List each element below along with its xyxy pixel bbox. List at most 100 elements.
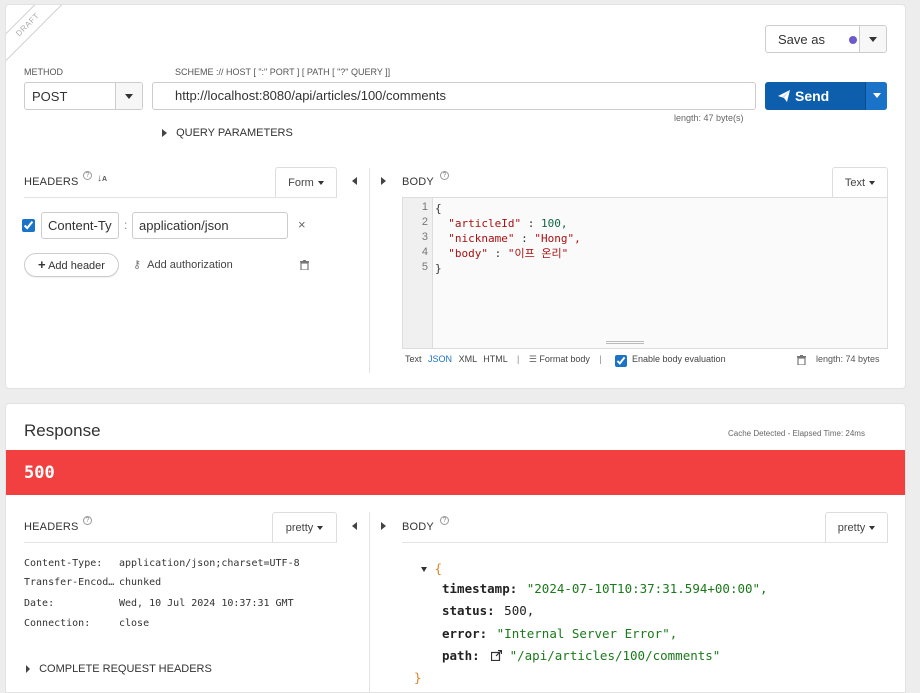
chevron-down-icon[interactable] <box>421 567 427 573</box>
cache-info: Cache Detected - Elapsed Time: 24ms <box>728 429 865 438</box>
collapse-right-icon[interactable] <box>381 522 386 530</box>
add-header-label: Add header <box>48 260 105 272</box>
format-body-button[interactable]: ☰ Format body <box>529 354 593 364</box>
response-panel: Response Cache Detected - Elapsed Time: … <box>5 403 906 693</box>
json-field-path: path: "/api/articles/100/comments" <box>442 646 720 666</box>
help-icon[interactable]: ? <box>83 516 92 525</box>
body-mode-value: Text <box>844 177 866 189</box>
body-length: length: 74 bytes <box>816 354 880 364</box>
body-editor[interactable]: 1 2 3 4 5 { "articleId" : 100, "nickname… <box>402 197 888 349</box>
json-key: timestamp: <box>442 581 518 596</box>
format-xml-link[interactable]: XML <box>459 354 477 364</box>
trash-icon[interactable] <box>300 260 309 270</box>
save-as-dropdown-toggle[interactable] <box>859 26 886 52</box>
chevron-down-icon <box>869 37 877 43</box>
json-root-open[interactable]: { <box>421 559 442 579</box>
help-icon[interactable]: ? <box>440 171 449 180</box>
response-header-value: Wed, 10 Jul 2024 10:37:31 GMT <box>119 598 294 609</box>
enable-body-evaluation-label: Enable body evaluation <box>632 354 726 364</box>
code-value: "Hong", <box>534 232 581 245</box>
collapse-left-icon[interactable] <box>352 177 357 185</box>
send-dropdown-toggle[interactable] <box>865 82 887 110</box>
format-html-link[interactable]: HTML <box>483 354 507 364</box>
send-label: Send <box>795 88 830 104</box>
response-header-key: Transfer-Encod… <box>24 577 115 588</box>
response-headers-mode-select[interactable]: pretty <box>272 512 337 542</box>
request-body-title: BODY <box>402 176 434 188</box>
header-name-input[interactable]: Content-Ty <box>41 212 119 239</box>
help-icon[interactable]: ? <box>83 171 92 180</box>
headers-mode-value: Form <box>288 177 314 189</box>
footer-separator: | <box>599 354 602 364</box>
format-body-label: Format body <box>539 354 590 364</box>
sort-az-icon[interactable]: ↓A <box>97 173 107 184</box>
chevron-right-icon <box>26 665 30 674</box>
code-brace: { <box>435 202 442 215</box>
save-as-button[interactable]: Save as <box>765 25 887 53</box>
url-length: length: 47 byte(s) <box>674 113 744 123</box>
json-field-timestamp: timestamp: "2024-07-10T10:37:31.594+00:0… <box>442 579 768 599</box>
line-number: 2 <box>421 216 428 228</box>
request-panel: DRAFT Save as METHOD POST SCHEME :// HOS… <box>5 4 906 389</box>
response-headers-mode-value: pretty <box>285 522 314 534</box>
chevron-down-icon <box>869 181 876 186</box>
footer-separator: | <box>516 354 520 364</box>
query-parameters-toggle[interactable]: QUERY PARAMETERS <box>162 127 293 139</box>
response-header-value: close <box>119 618 150 629</box>
method-label: METHOD <box>24 67 63 77</box>
format-text-link[interactable]: Text <box>405 354 422 364</box>
resize-handle[interactable] <box>606 341 644 344</box>
format-json-link[interactable]: JSON <box>428 354 452 364</box>
header-separator: : <box>124 218 128 232</box>
panel-splitter[interactable] <box>369 512 370 692</box>
chevron-right-icon <box>162 129 167 138</box>
method-select[interactable]: POST <box>24 82 143 110</box>
line-number-gutter: 1 2 3 4 5 <box>403 198 433 348</box>
json-brace: { <box>434 561 443 576</box>
divider <box>24 197 337 198</box>
remove-header-icon[interactable]: × <box>298 217 306 232</box>
line-number: 1 <box>421 201 428 213</box>
request-headers-title: HEADERS <box>24 176 79 188</box>
chevron-down-icon <box>317 526 324 531</box>
send-button[interactable]: Send <box>765 82 887 110</box>
code-key: "nickname" <box>448 232 515 245</box>
response-header-key: Content-Type: <box>24 558 103 569</box>
line-number: 4 <box>421 246 428 258</box>
chevron-down-icon <box>872 93 881 99</box>
line-number: 5 <box>421 261 428 273</box>
plus-icon: + <box>38 257 46 272</box>
collapse-left-icon[interactable] <box>352 522 357 530</box>
line-number: 3 <box>421 231 428 243</box>
json-brace: } <box>414 670 422 685</box>
chevron-down-icon <box>125 94 133 100</box>
url-input[interactable]: http://localhost:8080/api/articles/100/c… <box>152 82 756 110</box>
enable-body-evaluation-checkbox[interactable] <box>615 355 627 367</box>
add-authorization-label: Add authorization <box>147 259 233 271</box>
header-name-value: Content-Ty <box>48 218 112 233</box>
complete-request-headers-toggle[interactable]: COMPLETE REQUEST HEADERS <box>26 663 212 675</box>
draft-ribbon: DRAFT <box>6 5 68 65</box>
json-key: status: <box>442 603 495 618</box>
header-enabled-checkbox[interactable] <box>22 219 35 232</box>
json-key: path: <box>442 648 480 663</box>
response-header-key: Connection: <box>24 618 91 629</box>
url-hint: SCHEME :// HOST [ ":" PORT ] [ PATH [ "?… <box>175 67 391 77</box>
response-body-mode-select[interactable]: pretty <box>825 512 888 542</box>
collapse-right-icon[interactable] <box>381 177 386 185</box>
code-brace: } <box>435 262 442 275</box>
response-header-value: chunked <box>119 577 162 588</box>
add-authorization-button[interactable]: ⚷ Add authorization <box>133 258 233 271</box>
method-dropdown-toggle[interactable] <box>115 83 142 109</box>
body-mode-select[interactable]: Text <box>832 167 888 197</box>
json-value: "2024-07-10T10:37:31.594+00:00", <box>526 581 768 596</box>
external-link-icon[interactable] <box>491 649 503 662</box>
header-value-input[interactable]: application/json <box>132 212 288 239</box>
help-icon[interactable]: ? <box>440 516 449 525</box>
json-value[interactable]: "/api/articles/100/comments" <box>510 648 721 663</box>
add-header-button[interactable]: + Add header <box>24 253 119 277</box>
trash-icon[interactable] <box>797 355 806 365</box>
status-bar: 500 <box>6 450 905 495</box>
headers-mode-select[interactable]: Form <box>275 167 337 197</box>
panel-splitter[interactable] <box>369 168 370 373</box>
